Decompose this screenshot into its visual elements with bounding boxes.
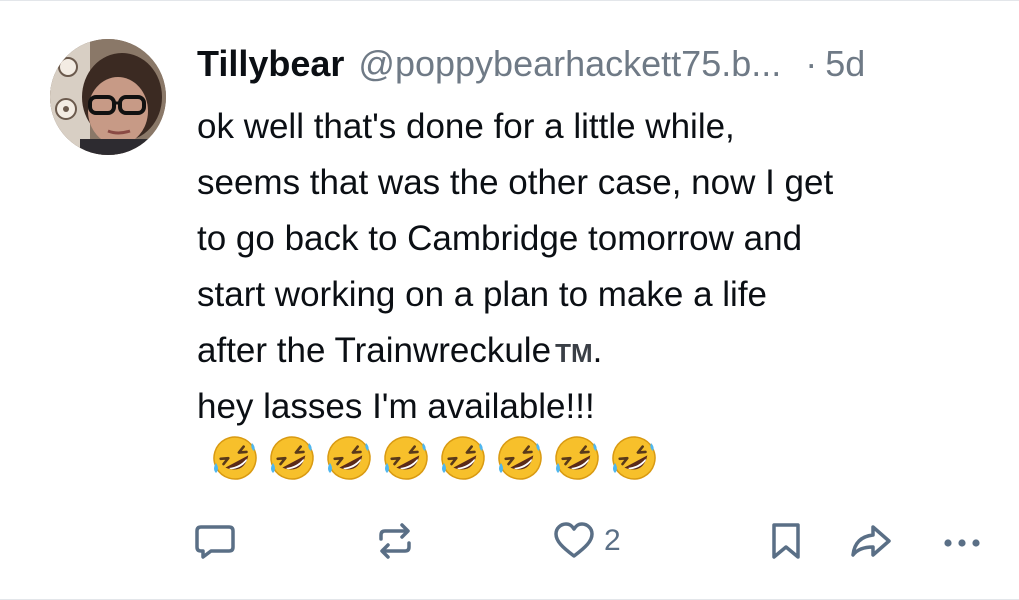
share-arrow-icon — [851, 525, 891, 557]
post-text-line: ok well that's done for a little while, — [197, 107, 735, 146]
bookmark-button[interactable] — [764, 513, 808, 569]
rolling-on-the-floor-laughing-emoji — [327, 436, 371, 480]
post-text-line: seems that was the other case, now I get — [197, 163, 834, 202]
like-count: 2 — [604, 524, 621, 557]
post-text-line: hey lasses I'm available!!! — [197, 387, 595, 426]
post-text-line: start working on a plan to make a life — [197, 275, 768, 314]
rolling-on-the-floor-laughing-emoji — [213, 436, 257, 480]
avatar[interactable] — [50, 39, 166, 155]
repost-arrows-icon — [379, 523, 411, 559]
more-options-button[interactable] — [940, 513, 984, 569]
rolling-on-the-floor-laughing-emoji — [612, 436, 656, 480]
post-text: ok well that's done for a little while, … — [197, 99, 1007, 435]
ellipsis-icon — [944, 539, 980, 547]
post-card[interactable]: Tillybear @poppybearhackett75.b... · 5d … — [0, 0, 1019, 600]
trademark-symbol: TM — [555, 338, 593, 368]
rolling-on-the-floor-laughing-emoji — [441, 436, 485, 480]
speech-bubble-icon — [195, 525, 235, 559]
post-text-segment: after the Trainwreckule — [197, 331, 552, 370]
separator-dot: · — [805, 43, 818, 84]
repost-button[interactable] — [373, 513, 417, 569]
post-text-line: to go back to Cambridge tomorrow and — [197, 219, 803, 258]
reply-button[interactable] — [193, 513, 237, 569]
user-handle[interactable]: @poppybearhackett75.b... — [358, 41, 781, 87]
emoji-row — [210, 433, 659, 485]
rolling-on-the-floor-laughing-emoji — [498, 436, 542, 480]
post-header: Tillybear @poppybearhackett75.b... · 5d — [197, 41, 999, 87]
rolling-on-the-floor-laughing-emoji — [555, 436, 599, 480]
post-actions: 2 — [0, 513, 1019, 573]
display-name[interactable]: Tillybear — [197, 41, 344, 87]
share-button[interactable] — [847, 513, 895, 569]
rolling-on-the-floor-laughing-emoji — [270, 436, 314, 480]
bookmark-icon — [772, 523, 800, 559]
post-text-period: . — [592, 331, 603, 370]
rolling-on-the-floor-laughing-emoji — [384, 436, 428, 480]
like-button[interactable]: 2 — [552, 513, 621, 569]
post-text-line-5: after the Trainwreckule TM. — [197, 323, 1007, 379]
avatar-image — [50, 39, 166, 155]
post-timestamp[interactable]: 5d — [825, 41, 865, 87]
heart-icon — [554, 522, 594, 558]
